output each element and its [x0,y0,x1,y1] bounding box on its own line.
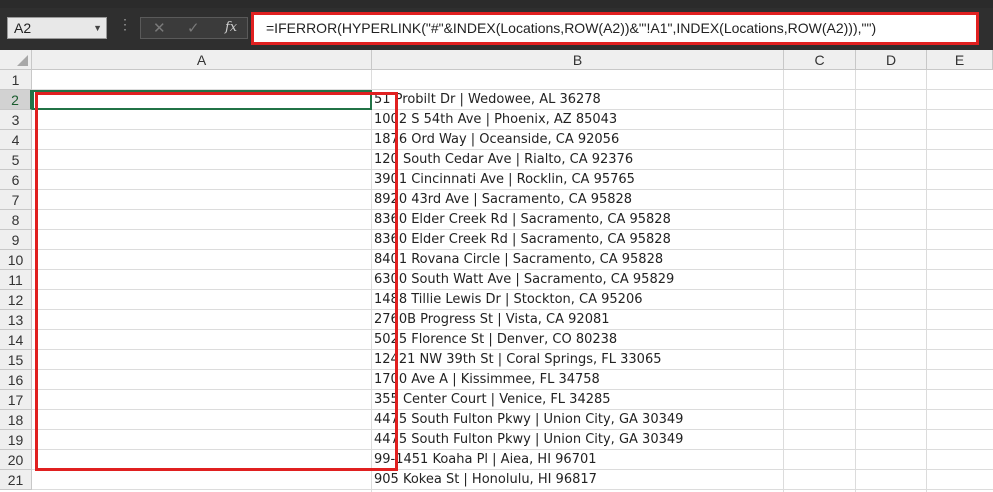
cell-b18[interactable]: 4475 South Fulton Pkwy | Union City, GA … [372,410,683,430]
formula-bar: A2 ▼ ⋮ ✕ ✓ fx =IFERROR(HYPERLINK("#"&IND… [0,8,993,50]
row-header[interactable]: 3 [0,110,32,130]
row-header[interactable]: 12 [0,290,32,310]
cell-b8[interactable]: 8360 Elder Creek Rd | Sacramento, CA 958… [372,210,671,230]
cell-b10[interactable]: 8401 Rovana Circle | Sacramento, CA 9582… [372,250,663,270]
row-header[interactable]: 15 [0,350,32,370]
row-header[interactable]: 17 [0,390,32,410]
row-header[interactable]: 7 [0,190,32,210]
cell-b6[interactable]: 3901 Cincinnati Ave | Rocklin, CA 95765 [372,170,635,190]
row-header[interactable]: 21 [0,470,32,490]
cell-b11[interactable]: 6300 South Watt Ave | Sacramento, CA 958… [372,270,674,290]
row-header[interactable]: 8 [0,210,32,230]
column-header-b[interactable]: B [372,50,784,70]
row-header[interactable]: 20 [0,450,32,470]
name-box-value: A2 [14,20,32,36]
column-header-d[interactable]: D [856,50,927,70]
row-header[interactable]: 14 [0,330,32,350]
row-header[interactable]: 2 [0,90,32,110]
row-header[interactable]: 18 [0,410,32,430]
row-header[interactable]: 16 [0,370,32,390]
row-header[interactable]: 5 [0,150,32,170]
formula-controls: ✕ ✓ fx [140,17,248,39]
column-header-a[interactable]: A [32,50,372,70]
row-header[interactable]: 13 [0,310,32,330]
cell-b12[interactable]: 1488 Tillie Lewis Dr | Stockton, CA 9520… [372,290,643,310]
cell-b4[interactable]: 1876 Ord Way | Oceanside, CA 92056 [372,130,619,150]
cell-b7[interactable]: 8920 43rd Ave | Sacramento, CA 95828 [372,190,632,210]
cell-b5[interactable]: 120 South Cedar Ave | Rialto, CA 92376 [372,150,633,170]
cell-b15[interactable]: 12421 NW 39th St | Coral Springs, FL 330… [372,350,662,370]
cell-b19[interactable]: 4475 South Fulton Pkwy | Union City, GA … [372,430,683,450]
cell-b3[interactable]: 1002 S 54th Ave | Phoenix, AZ 85043 [372,110,617,130]
cell-b21[interactable]: 905 Kokea St | Honolulu, HI 96817 [372,470,597,490]
row-header[interactable]: 10 [0,250,32,270]
column-header-e[interactable]: E [927,50,993,70]
cell-b2[interactable]: 51 Probilt Dr | Wedowee, AL 36278 [372,90,601,110]
cancel-x-icon[interactable]: ✕ [153,19,166,37]
more-options-icon[interactable]: ⋮ [118,17,132,31]
cell-b17[interactable]: 355 Center Court | Venice, FL 34285 [372,390,611,410]
active-cell-a2[interactable] [32,90,372,110]
row-header[interactable]: 4 [0,130,32,150]
formula-input[interactable]: =IFERROR(HYPERLINK("#"&INDEX(Locations,R… [251,12,979,45]
select-all-corner[interactable] [0,50,32,70]
row-header[interactable]: 11 [0,270,32,290]
insert-function-icon[interactable]: fx [225,20,237,35]
cell-b13[interactable]: 2760B Progress St | Vista, CA 92081 [372,310,610,330]
row-header[interactable]: 1 [0,70,32,90]
cell-b9[interactable]: 8360 Elder Creek Rd | Sacramento, CA 958… [372,230,671,250]
cell-b14[interactable]: 5025 Florence St | Denver, CO 80238 [372,330,617,350]
column-header-c[interactable]: C [784,50,856,70]
cell-b16[interactable]: 1700 Ave A | Kissimmee, FL 34758 [372,370,600,390]
window-top-strip [0,0,993,8]
spreadsheet-grid: A B C D E 1 2 3 4 5 6 7 8 9 10 11 12 13 … [0,50,993,492]
select-all-icon [17,55,28,66]
row-header[interactable]: 19 [0,430,32,450]
cell-b20[interactable]: 99-1451 Koaha Pl | Aiea, HI 96701 [372,450,597,470]
chevron-down-icon[interactable]: ▼ [93,18,102,38]
row-header[interactable]: 6 [0,170,32,190]
row-header[interactable]: 9 [0,230,32,250]
checkmark-icon[interactable]: ✓ [187,19,200,37]
name-box[interactable]: A2 ▼ [7,17,107,39]
